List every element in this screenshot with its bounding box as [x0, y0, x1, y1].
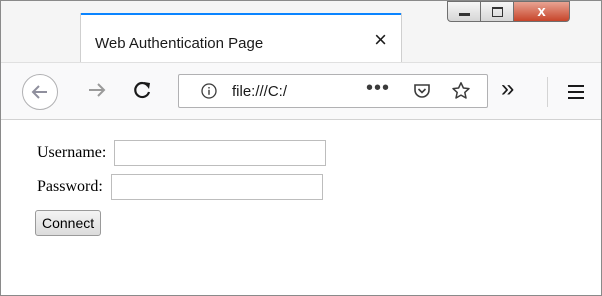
- overflow-chevron-icon[interactable]: »: [501, 75, 514, 103]
- tab-close-icon[interactable]: ×: [374, 29, 387, 51]
- username-label: Username:: [37, 144, 107, 161]
- page-content: Username: Password: Connect: [1, 121, 601, 295]
- url-bar[interactable]: file:///C:/ •••: [178, 74, 488, 108]
- tab-title: Web Authentication Page: [95, 35, 264, 52]
- toolbar-separator: [547, 77, 548, 107]
- window-close-button[interactable]: x: [514, 1, 570, 22]
- username-input[interactable]: [114, 140, 327, 166]
- forward-arrow-icon[interactable]: [87, 80, 107, 100]
- window-close-icon: x: [537, 3, 546, 20]
- minimize-button[interactable]: [447, 1, 481, 22]
- maximize-button[interactable]: [481, 1, 514, 22]
- reload-icon[interactable]: [133, 80, 153, 100]
- page-actions-icon[interactable]: •••: [366, 77, 390, 100]
- bookmark-star-icon[interactable]: [451, 81, 471, 101]
- password-label: Password:: [37, 178, 103, 195]
- pocket-icon[interactable]: [413, 82, 431, 100]
- navigation-toolbar: file:///C:/ ••• »: [1, 62, 601, 120]
- connect-button[interactable]: Connect: [35, 210, 102, 236]
- back-button[interactable]: [22, 74, 58, 110]
- url-text[interactable]: file:///C:/: [232, 83, 314, 100]
- hamburger-menu-icon[interactable]: [567, 84, 585, 100]
- info-icon[interactable]: [201, 83, 217, 99]
- active-tab[interactable]: Web Authentication Page ×: [80, 13, 402, 62]
- browser-window: Web Authentication Page × x file:///C:/ …: [0, 0, 602, 296]
- back-arrow-icon: [31, 85, 47, 99]
- password-row: Password:: [37, 174, 323, 200]
- tab-strip: Web Authentication Page × x: [1, 1, 601, 62]
- tab-accent: [81, 13, 401, 15]
- password-input[interactable]: [110, 174, 323, 200]
- username-row: Username:: [37, 140, 327, 166]
